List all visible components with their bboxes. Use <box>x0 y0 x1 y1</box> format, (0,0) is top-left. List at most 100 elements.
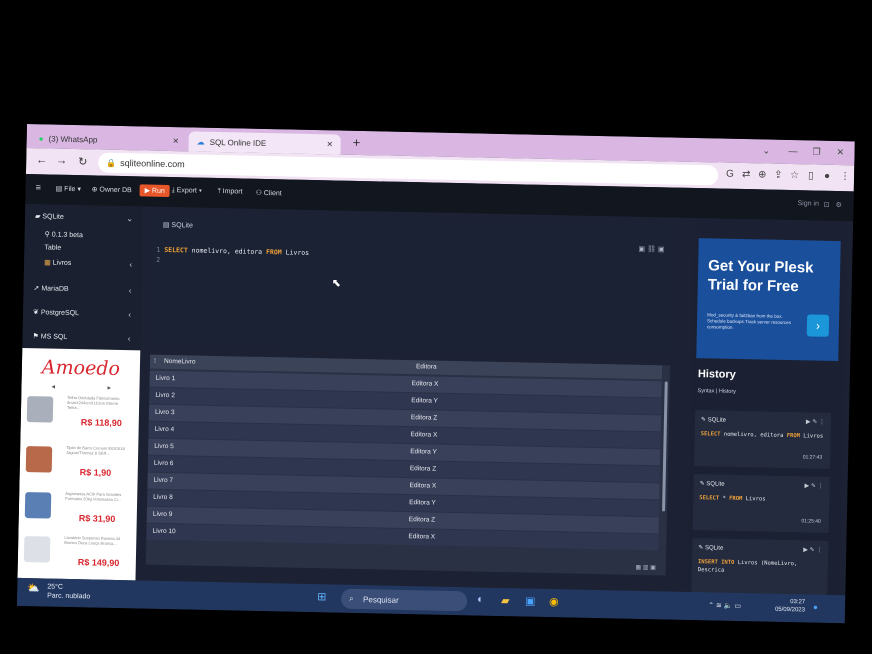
play-icon[interactable]: ▶ <box>805 483 810 489</box>
roof-tile-image <box>26 396 54 423</box>
file-menu[interactable]: ▤ File ▾ <box>56 185 81 194</box>
play-icon[interactable]: ▶ <box>806 419 811 425</box>
store-ad[interactable]: Amoedo ◂ ▸ Telha Ondulada Fibrocimento 6… <box>17 347 141 581</box>
profile-avatar[interactable]: ● <box>824 171 830 182</box>
sql-editor[interactable]: ▤ SQLite ▣ ⛓ ▣ 1 SELECT nomelivro, editor… <box>150 214 674 356</box>
wifi-icon[interactable]: ≋ <box>716 603 722 610</box>
back-icon[interactable]: ← <box>36 154 47 166</box>
sign-in-link[interactable]: Sign in <box>797 200 819 207</box>
expand-icon[interactable]: ▣ <box>658 246 665 253</box>
globe-icon: ⊕ <box>91 186 100 194</box>
sidebar-item-livros[interactable]: ▦ Livros <box>44 258 71 267</box>
sidebar-item-version[interactable]: ⚲ 0.1.3 beta <box>45 230 83 239</box>
side-panel-icon[interactable]: ▯ <box>808 170 814 181</box>
more-icon[interactable]: ⋮ <box>816 548 822 554</box>
export-menu[interactable]: ⤓ Export ▾ <box>172 187 202 196</box>
import-button[interactable]: ⤒ Import <box>218 188 243 197</box>
sidebar-item-sqlite[interactable]: ▰ SQLite <box>35 212 64 221</box>
grid-icon[interactable]: ▦ <box>635 565 641 571</box>
store-icon[interactable]: ▣ <box>525 595 536 608</box>
battery-icon[interactable]: ▭ <box>734 603 741 610</box>
ad-prev-icon[interactable]: ◂ <box>51 383 55 391</box>
code-area[interactable]: 1 SELECT nomelivro, editora FROM Livros 2 <box>156 245 309 268</box>
history-entry[interactable]: ✎ SQLite ▶ ✎ ⋮ INSERT INTO Livros (NomeL… <box>691 538 829 597</box>
play-icon[interactable]: ▶ <box>803 547 808 553</box>
windows-start-icon[interactable]: ⊞ <box>317 590 326 603</box>
close-icon[interactable]: × <box>173 136 179 147</box>
history-entry[interactable]: ✎ SQLite ▶ ✎ ⋮ SELECT nomelivro, editora… <box>693 410 832 469</box>
more-icon[interactable]: ⋮ <box>819 420 825 426</box>
results-tools: ▦ ▥ ▣ <box>635 564 656 571</box>
history-sql: SELECT nomelivro, editora FROM Livros <box>700 431 824 440</box>
ad-product[interactable]: Lavatório Suspenso Ravena 44 Branco Deca… <box>23 532 130 580</box>
forward-icon[interactable]: → <box>56 155 67 167</box>
ad-product[interactable]: Argamassa ACIII Para Grandes Formatos 20… <box>24 488 131 536</box>
history-title: History <box>697 368 736 381</box>
plesk-ad-banner[interactable]: Get Your Plesk Trial for Free Mod_securi… <box>696 238 841 362</box>
export-icon[interactable]: ▣ <box>650 565 656 571</box>
chevron-down-icon[interactable]: ⌄ <box>762 145 771 156</box>
system-tray: ⌃ ≋ 🔈 ▭ <box>708 601 741 610</box>
maximize-button[interactable]: ❐ <box>812 146 820 157</box>
search-icon: ⌕ <box>349 593 354 603</box>
chevron-left-icon[interactable]: ‹ <box>129 260 132 269</box>
new-tab-button[interactable]: + <box>353 135 361 150</box>
chevron-down-icon[interactable]: ⌄ <box>126 214 133 223</box>
editor-tools: ▣ ⛓ ▣ <box>638 245 664 254</box>
whatsapp-icon: ● <box>38 133 44 143</box>
column-header[interactable]: NomeLivro <box>164 358 196 366</box>
save-icon[interactable]: ▣ <box>638 246 645 253</box>
close-icon[interactable]: × <box>327 139 333 150</box>
ad-product[interactable]: Tijolo de Barro Comum 8X20X18 Jagum/Thom… <box>25 442 132 490</box>
tab-label: (3) WhatsApp <box>48 133 98 144</box>
ad-next-icon[interactable]: ▸ <box>107 384 111 392</box>
google-icon[interactable]: G <box>726 169 734 180</box>
chevron-up-icon[interactable]: ⌃ <box>708 602 714 609</box>
chrome-icon[interactable]: ◉ <box>549 595 559 608</box>
share-icon[interactable]: ⇪ <box>774 170 783 181</box>
ad-product[interactable]: Telha Ondulada Fibrocimento 6mmX244cmX11… <box>26 392 133 440</box>
chevron-left-icon[interactable]: ‹ <box>128 310 131 319</box>
lock-icon[interactable]: ⊡ <box>823 201 829 209</box>
file-explorer-icon[interactable]: ▰ <box>501 594 510 607</box>
menu-dots-icon[interactable]: ⋮ <box>840 171 850 182</box>
hamburger-icon[interactable]: ≡ <box>36 182 41 192</box>
camera-app-icon[interactable]: ◐ <box>477 594 484 606</box>
translate-icon[interactable]: ⇄ <box>742 169 751 180</box>
vertical-scrollbar[interactable] <box>662 381 668 512</box>
zoom-icon[interactable]: ⊕ <box>758 169 767 180</box>
window-close-button[interactable]: ✕ <box>836 147 844 158</box>
edit-icon[interactable]: ✎ <box>812 420 817 426</box>
chart-icon[interactable]: ▥ <box>643 565 649 571</box>
owner-db-button[interactable]: ⊕ Owner DB <box>92 185 132 194</box>
sidebar-item-mssql[interactable]: ⚑ MS SQL <box>32 332 67 341</box>
minimize-button[interactable]: — <box>788 146 797 156</box>
column-header[interactable]: Editora <box>416 363 437 370</box>
arrow-right-icon[interactable]: › <box>806 314 830 337</box>
notification-icon[interactable]: ● <box>813 603 818 612</box>
sidebar-item-postgresql[interactable]: ❦ PostgreSQL <box>33 308 79 317</box>
entry-actions: ▶ ✎ ⋮ <box>803 546 822 553</box>
weather-widget[interactable]: ⛅ 25°C Parc. nublado <box>27 582 91 601</box>
settings-icon[interactable]: ⚙ <box>835 201 841 209</box>
bookmark-star-icon[interactable]: ☆ <box>790 170 799 181</box>
edit-icon[interactable]: ✎ <box>809 547 814 553</box>
chevron-left-icon[interactable]: ‹ <box>128 334 131 343</box>
history-entry[interactable]: ✎ SQLite ▶ ✎ ⋮ SELECT * FROM Livros 01:2… <box>692 474 830 533</box>
database-sidebar: ▰ SQLite ⌄ ⚲ 0.1.3 beta Table ▦ Livros ‹… <box>22 203 144 351</box>
client-button[interactable]: ⚇ Client <box>256 189 282 198</box>
taskbar-search[interactable]: ⌕ Pesquisar <box>340 588 468 612</box>
link-icon[interactable]: ⛓ <box>647 246 656 253</box>
volume-icon[interactable]: 🔈 <box>724 603 733 610</box>
clock[interactable]: 03:27 05/09/2023 <box>775 598 805 615</box>
run-button[interactable]: ▶ Run <box>139 184 170 198</box>
history-tabs[interactable]: Syntax | History <box>697 388 736 395</box>
tab-label: SQL Online IDE <box>209 137 267 148</box>
database-icon: ▤ <box>162 221 172 230</box>
more-icon[interactable]: ⋮ <box>818 484 824 490</box>
cloud-icon: ☁ <box>196 137 205 147</box>
chevron-left-icon[interactable]: ‹ <box>129 286 132 295</box>
sidebar-item-mariadb[interactable]: ➚ MariaDB <box>33 284 68 293</box>
reload-icon[interactable]: ↻ <box>78 155 87 168</box>
edit-icon[interactable]: ✎ <box>811 483 816 489</box>
